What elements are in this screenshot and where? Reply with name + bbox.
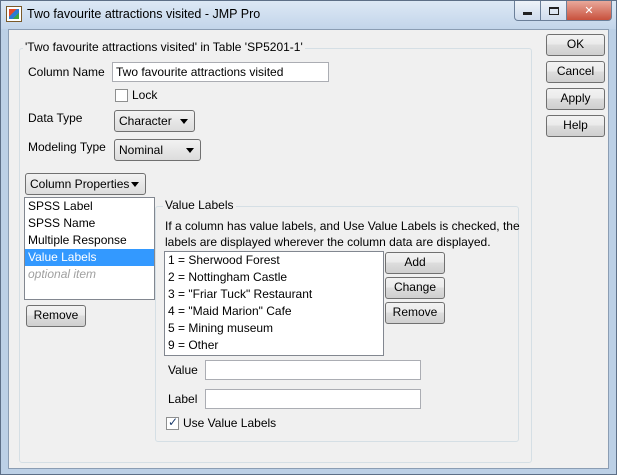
property-item-spss-label[interactable]: SPSS Label — [25, 198, 154, 215]
dialog-window: Two favourite attractions visited - JMP … — [0, 0, 617, 475]
value-label-item[interactable]: 9 = Other — [165, 337, 383, 354]
value-labels-info-line2: labels are displayed wherever the column… — [165, 235, 491, 249]
data-type-label: Data Type — [28, 111, 83, 125]
chevron-down-icon — [186, 148, 194, 153]
window-title: Two favourite attractions visited - JMP … — [27, 7, 261, 21]
ok-button[interactable]: OK — [546, 34, 605, 56]
value-label-item[interactable]: 3 = "Friar Tuck" Restaurant — [165, 286, 383, 303]
maximize-button[interactable] — [540, 1, 567, 21]
dialog-client-area: 'Two favourite attractions visited' in T… — [8, 29, 609, 469]
chevron-down-icon — [180, 119, 188, 124]
value-label-item[interactable]: 4 = "Maid Marion" Cafe — [165, 303, 383, 320]
property-item-optional[interactable]: optional item — [25, 266, 154, 283]
value-label-item[interactable]: 1 = Sherwood Forest — [165, 252, 383, 269]
label-label: Label — [168, 392, 198, 406]
label-input[interactable] — [205, 389, 421, 409]
column-info-group-title: 'Two favourite attractions visited' in T… — [23, 40, 305, 54]
value-label-item[interactable]: 2 = Nottingham Castle — [165, 269, 383, 286]
property-item-spss-name[interactable]: SPSS Name — [25, 215, 154, 232]
maximize-icon — [548, 6, 559, 15]
help-button[interactable]: Help — [546, 115, 605, 137]
column-properties-label: Column Properties — [30, 177, 130, 191]
column-properties-button[interactable]: Column Properties — [25, 173, 146, 195]
lock-label: Lock — [132, 88, 158, 102]
value-labels-title: Value Labels — [163, 198, 236, 212]
modeling-type-dropdown[interactable]: Nominal — [114, 139, 201, 161]
change-value-label-button[interactable]: Change — [385, 277, 445, 299]
data-type-value: Character — [119, 114, 172, 128]
use-value-labels-checkbox[interactable] — [166, 415, 179, 430]
minimize-icon — [523, 12, 532, 15]
use-value-labels-label: Use Value Labels — [183, 416, 277, 430]
data-type-dropdown[interactable]: Character — [114, 110, 195, 132]
column-name-label: Column Name — [28, 65, 105, 79]
value-labels-info-line1: If a column has value labels, and Use Va… — [165, 219, 520, 233]
modeling-type-value: Nominal — [119, 143, 164, 157]
modeling-type-label: Modeling Type — [28, 140, 106, 154]
column-properties-list[interactable]: SPSS Label SPSS Name Multiple Response V… — [24, 197, 155, 300]
apply-button[interactable]: Apply — [546, 88, 605, 110]
cancel-button[interactable]: Cancel — [546, 61, 605, 83]
property-item-multiple-response[interactable]: Multiple Response — [25, 232, 154, 249]
column-name-field[interactable]: Two favourite attractions visited — [112, 62, 329, 82]
jmp-app-icon — [6, 6, 22, 22]
chevron-down-icon — [131, 182, 139, 187]
close-button[interactable]: ✕ — [566, 1, 612, 21]
property-item-value-labels[interactable]: Value Labels — [25, 249, 154, 266]
remove-value-label-button[interactable]: Remove — [385, 302, 445, 324]
value-label: Value — [168, 363, 198, 377]
lock-checkbox[interactable] — [115, 89, 128, 102]
minimize-button[interactable] — [514, 1, 541, 21]
value-input[interactable] — [205, 360, 421, 380]
add-value-label-button[interactable]: Add — [385, 252, 445, 274]
value-labels-list[interactable]: 1 = Sherwood Forest 2 = Nottingham Castl… — [164, 251, 384, 356]
remove-property-button[interactable]: Remove — [26, 305, 86, 327]
value-label-item[interactable]: 5 = Mining museum — [165, 320, 383, 337]
